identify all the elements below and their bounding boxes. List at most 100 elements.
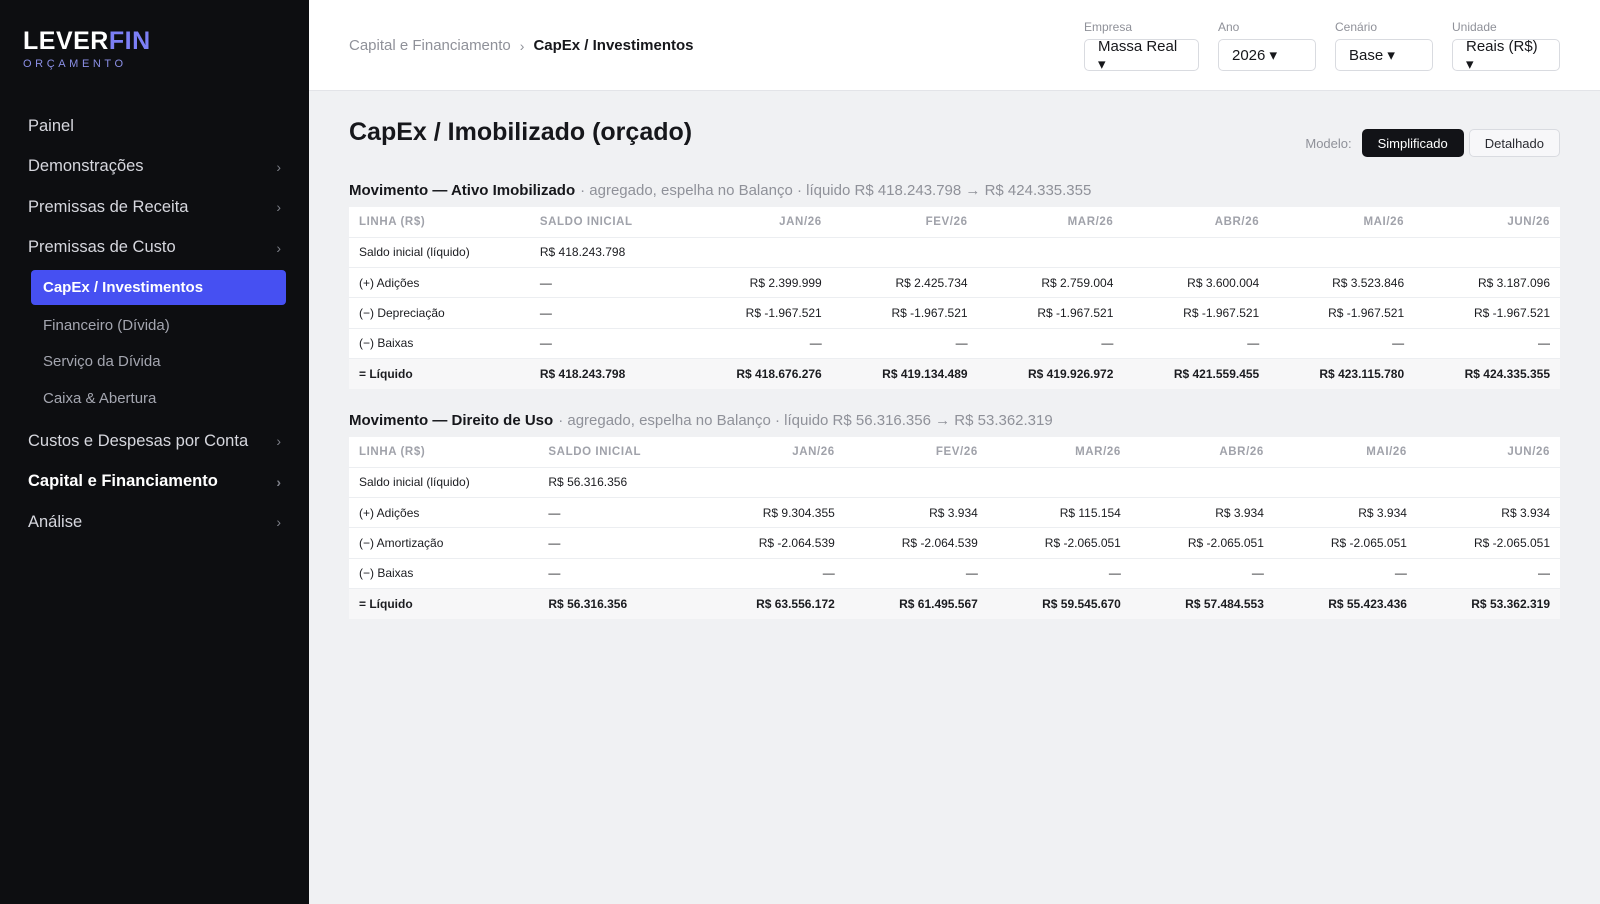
table-cell: R$ 418.676.276 <box>685 358 832 389</box>
sidebar-item-painel[interactable]: Painel <box>0 106 309 147</box>
table-cell: — <box>538 527 702 559</box>
model-label: Modelo: <box>1305 135 1352 151</box>
model-detailed-button[interactable]: Detalhado <box>1468 129 1560 157</box>
table-cell: — <box>1269 328 1415 360</box>
section-header: Movimento — Direito de Uso · agregado, e… <box>349 412 1560 433</box>
table-cell: R$ -2.065.051 <box>987 527 1131 559</box>
chevron-right-icon: › <box>276 239 281 256</box>
breadcrumb-current: CapEx / Investimentos <box>533 37 694 54</box>
table-cell: — <box>844 558 988 590</box>
table-row: (−) Baixas — — — — — — — <box>349 558 1560 590</box>
table-header-row: LINHA (R$) SALDO INICIAL JAN/26 FEV/26 MAR/2… <box>349 207 1560 238</box>
table-body: Saldo inicial (líquido) R$ 56.316.356 (+) … <box>349 467 1560 619</box>
table-cell: R$ 2.399.999 <box>685 267 832 299</box>
section-ativo-imobilizado: Movimento — Ativo Imobilizado · agregado… <box>349 182 1560 389</box>
table-cell: R$ -1.967.521 <box>977 297 1124 329</box>
table-cell <box>1130 467 1274 498</box>
filter-cenario: Cenário Base ▾ <box>1335 20 1433 71</box>
table-cell: — <box>538 497 702 529</box>
table-cell: R$ 419.926.972 <box>977 358 1124 389</box>
table-cell: R$ 419.134.489 <box>831 358 978 389</box>
empresa-select[interactable]: Massa Real ▾ <box>1084 38 1199 73</box>
table-cell: R$ 57.484.553 <box>1130 588 1274 619</box>
table-row: = Líquido R$ 418.243.798 R$ 418.676.276 R$ … <box>349 358 1560 389</box>
section-direito-de-uso: Movimento — Direito de Uso · agregado, e… <box>349 412 1560 619</box>
sidebar-item-label: Painel <box>28 116 74 135</box>
table-cell: — <box>1130 558 1274 590</box>
table-cell: (−) Baixas <box>349 328 530 360</box>
filter-unidade: Unidade Reais (R$) ▾ <box>1452 20 1560 73</box>
column-header: JAN/26 <box>701 437 845 468</box>
sidebar-item-label: Análise <box>28 512 83 531</box>
ano-select[interactable]: 2026 ▾ <box>1218 39 1316 71</box>
table-cell: R$ -1.967.521 <box>1269 297 1415 329</box>
table-cell: R$ 115.154 <box>987 497 1131 529</box>
ativo-imobilizado-table: LINHA (R$) SALDO INICIAL JAN/26 FEV/26 MAR/2… <box>349 207 1560 389</box>
table-cell: — <box>831 328 978 360</box>
column-header: LINHA (R$) <box>349 437 539 468</box>
table-row: = Líquido R$ 56.316.356 R$ 63.556.172 R$ 61… <box>349 588 1560 619</box>
direito-de-uso-table: LINHA (R$) SALDO INICIAL JAN/26 FEV/26 MAR/2… <box>349 437 1560 619</box>
table-row: (+) Adições — R$ 2.399.999 R$ 2.425.734 R$ 2… <box>349 267 1560 299</box>
table-cell: — <box>977 328 1124 360</box>
chevron-right-icon: › <box>276 473 281 490</box>
sidebar-item-custos-despesas[interactable]: Custos e Despesas por Conta › <box>0 421 309 462</box>
sidebar-subitem-financeiro[interactable]: Financeiro (Dívida) <box>0 307 309 344</box>
brand-wordmark: LEVERFIN <box>23 26 151 56</box>
table-cell: R$ 3.934 <box>1416 497 1560 529</box>
table-cell <box>1269 237 1415 268</box>
top-bar: Capital e Financiamento › CapEx / Invest… <box>309 0 1600 91</box>
chevron-right-icon: › <box>519 37 525 54</box>
sidebar-item-label: Serviço da Dívida <box>43 353 161 371</box>
page-title: CapEx / Imobilizado (orçado) <box>349 118 693 146</box>
table-cell: R$ 3.934 <box>1273 497 1417 529</box>
sidebar-item-premissas-custo[interactable]: Premissas de Custo › <box>0 228 309 269</box>
sidebar-subitem-caixa-abertura[interactable]: Caixa & Abertura <box>0 380 309 417</box>
table-header-row: LINHA (R$) SALDO INICIAL JAN/26 FEV/26 MAR/2… <box>349 437 1560 468</box>
table-cell: R$ 3.600.004 <box>1123 267 1270 299</box>
sidebar-nav: Painel Demonstrações › Premissas de Recei… <box>0 106 309 542</box>
sidebar-item-premissas-receita[interactable]: Premissas de Receita › <box>0 187 309 228</box>
table-cell: R$ -1.967.521 <box>831 297 978 329</box>
column-header: JUN/26 <box>1416 437 1560 468</box>
table-cell <box>1416 467 1560 498</box>
column-header: FEV/26 <box>844 437 988 468</box>
filter-label: Unidade <box>1452 20 1497 34</box>
table-cell: — <box>987 558 1131 590</box>
table-cell: Saldo inicial (líquido) <box>349 467 539 498</box>
model-simplified-button[interactable]: Simplificado <box>1361 129 1464 157</box>
table-cell: R$ -1.967.521 <box>685 297 832 329</box>
column-header: MAR/26 <box>987 437 1131 468</box>
sidebar: LEVERFIN ORÇAMENTO Painel Demonstrações ›… <box>0 0 309 904</box>
sidebar-item-label: Premissas de Receita <box>28 197 189 216</box>
column-header: JAN/26 <box>685 207 832 238</box>
section-subtitle: · agregado, espelha no Balanço · líquido… <box>580 182 1092 199</box>
sidebar-item-analise[interactable]: Análise › <box>0 502 309 543</box>
table-cell: R$ -1.967.521 <box>1123 297 1270 329</box>
table-cell: R$ 421.559.455 <box>1123 358 1270 389</box>
column-header: SALDO INICIAL <box>529 207 686 238</box>
sidebar-item-capital-financiamento[interactable]: Capital e Financiamento › <box>0 461 309 502</box>
unidade-select[interactable]: Reais (R$) ▾ <box>1452 38 1560 73</box>
table-cell: R$ 3.934 <box>844 497 988 529</box>
sidebar-item-label: Premissas de Custo <box>28 238 176 257</box>
sidebar-item-demonstracoes[interactable]: Demonstrações › <box>0 147 309 188</box>
column-header: SALDO INICIAL <box>538 437 702 468</box>
table-cell: (−) Amortização <box>349 527 539 559</box>
filter-label: Empresa <box>1084 20 1133 34</box>
table-cell: — <box>1414 328 1560 360</box>
table-cell: (+) Adições <box>349 497 539 529</box>
table-row: Saldo inicial (líquido) R$ 56.316.356 <box>349 467 1560 498</box>
filter-bar: Empresa Massa Real ▾ Ano 2026 ▾ Cenário … <box>1084 20 1560 73</box>
table-cell: R$ 59.545.670 <box>987 588 1131 619</box>
brand-logo[interactable]: LEVERFIN ORÇAMENTO <box>23 26 151 71</box>
table-cell: R$ 2.759.004 <box>977 267 1124 299</box>
column-header: JUN/26 <box>1414 207 1560 238</box>
breadcrumb-parent[interactable]: Capital e Financiamento <box>349 37 511 54</box>
sidebar-subitem-servico-divida[interactable]: Serviço da Dívida <box>0 344 309 381</box>
table-cell <box>1414 237 1560 268</box>
chevron-right-icon: › <box>276 433 281 450</box>
column-header: MAI/26 <box>1273 437 1417 468</box>
cenario-select[interactable]: Base ▾ <box>1335 39 1433 71</box>
sidebar-subitem-capex[interactable]: CapEx / Investimentos <box>31 270 286 305</box>
